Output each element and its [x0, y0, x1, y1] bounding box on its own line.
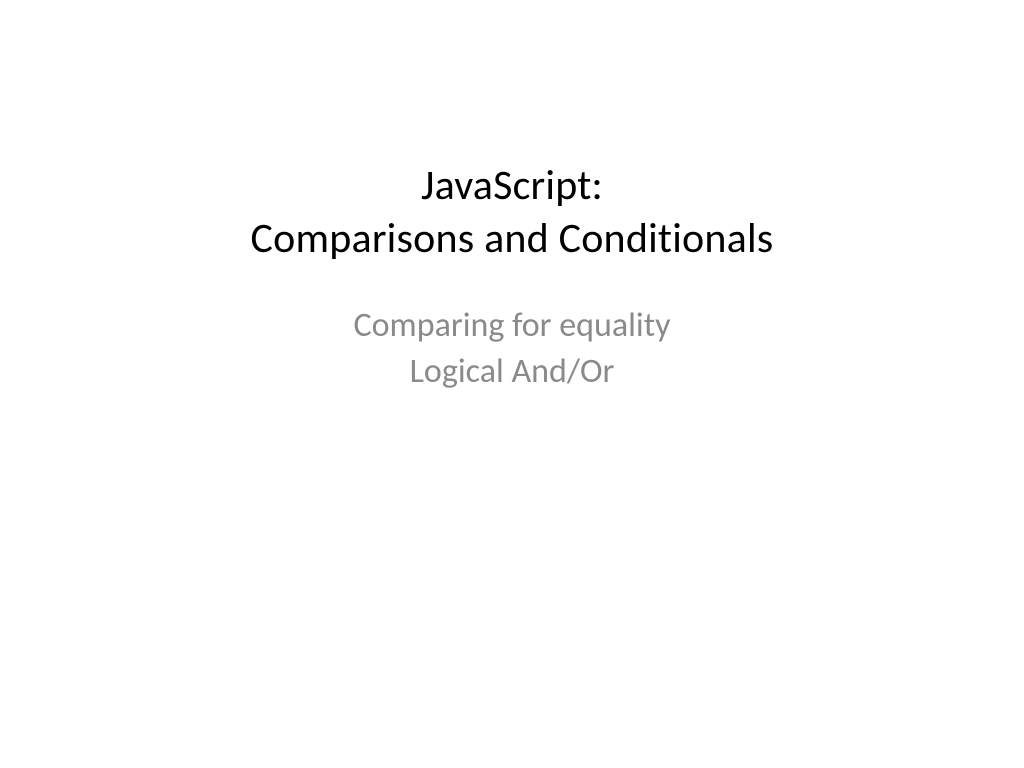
slide-subtitle: Comparing for equality Logical And/Or [353, 303, 670, 395]
title-line-1: JavaScript: [251, 160, 774, 213]
subtitle-line-2: Logical And/Or [353, 349, 670, 395]
subtitle-line-1: Comparing for equality [353, 303, 670, 349]
slide-title: JavaScript: Comparisons and Conditionals [251, 160, 774, 265]
slide-container: JavaScript: Comparisons and Conditionals… [0, 0, 1024, 768]
title-line-2: Comparisons and Conditionals [251, 213, 774, 266]
